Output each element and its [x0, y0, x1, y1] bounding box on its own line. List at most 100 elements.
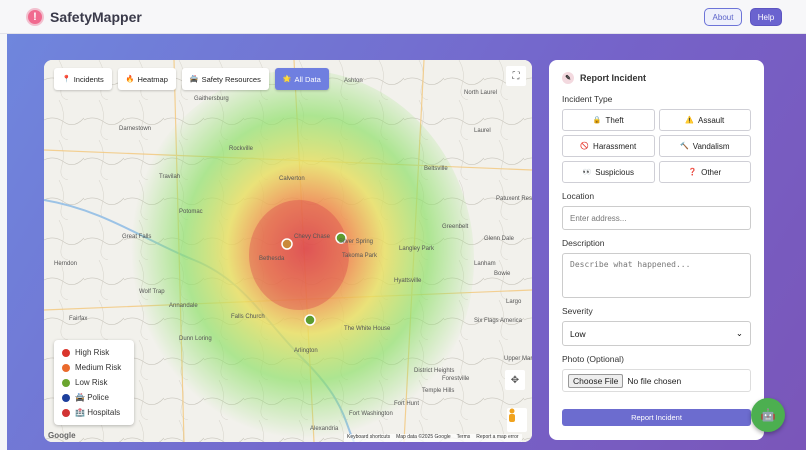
legend-high-risk: High Risk	[62, 345, 126, 360]
high-risk-dot-icon	[62, 348, 70, 357]
map-place-label: Travilah	[159, 174, 180, 180]
hospital-icon: 🏥	[75, 408, 85, 417]
incident-type-label: Incident Type	[562, 94, 613, 104]
warning-icon: ⚠️	[685, 117, 694, 124]
map-place-label: Dunn Loring	[179, 336, 212, 342]
legend-police: 🚔 Police	[62, 390, 126, 405]
map-place-label: Calverton	[279, 176, 305, 182]
map-place-label: Forestville	[442, 376, 470, 382]
description-textarea[interactable]: Describe what happened...	[562, 253, 751, 298]
map-place-label: Fort Hunt	[394, 401, 419, 407]
type-other-button[interactable]: ❓ Other	[658, 161, 751, 183]
file-status: No file chosen	[627, 375, 682, 386]
legend-label: High Risk	[75, 348, 110, 357]
question-icon: ❓	[688, 169, 698, 176]
choose-file-button[interactable]: Choose File	[568, 373, 624, 388]
about-button[interactable]: About	[704, 8, 742, 26]
location-input[interactable]: Enter address...	[562, 206, 751, 230]
photo-file-input: Choose File No file chosen	[562, 369, 751, 392]
map-attribution: Keyboard shortcuts Map data ©2025 Google…	[344, 434, 522, 442]
map-place-label: Glenn Dale	[484, 236, 515, 242]
map-place-label: Darnestown	[119, 126, 151, 132]
photo-label: Photo (Optional)	[562, 354, 624, 364]
report-panel: ✎ Report Incident Incident Type 🔒 Theft ⚠️…	[549, 60, 764, 440]
map-place-label: Largo	[506, 299, 522, 305]
incident-type-grid: 🔒 Theft ⚠️ Assault 🚫 Harassment 🔨 Vandalism …	[562, 109, 751, 183]
robot-icon: 🤖	[760, 408, 776, 422]
map-place-label: Greenbelt	[442, 224, 469, 230]
map-place-label: Chevy Chase	[294, 234, 331, 240]
type-suspicious-button[interactable]: 👀 Suspicious	[562, 161, 655, 183]
map-place-label: Temple Hills	[422, 388, 454, 394]
tab-label: All Data	[294, 74, 321, 84]
type-vandalism-button[interactable]: 🔨 Vandalism	[658, 135, 751, 157]
map-place-label: Takoma Park	[342, 253, 378, 259]
type-theft-button[interactable]: 🔒 Theft	[562, 109, 655, 131]
map-place-label: Ashton	[344, 78, 363, 84]
tab-safety-resources[interactable]: 🚔 Safety Resources	[181, 68, 269, 90]
legend-label: Hospitals	[87, 408, 121, 417]
map-place-label: Laurel	[474, 128, 491, 134]
prohibited-icon: 🚫	[580, 143, 590, 150]
street-view-pegman-icon[interactable]	[507, 408, 527, 432]
severity-select[interactable]: Low ⌄	[562, 321, 751, 346]
type-label: Other	[701, 167, 722, 177]
tab-label: Heatmap	[137, 74, 168, 84]
map-data-text: Map data ©2025 Google	[396, 434, 451, 440]
description-label: Description	[562, 238, 605, 248]
fullscreen-icon[interactable]: ⛶	[506, 66, 526, 86]
panel-title-text: Report Incident	[580, 73, 647, 83]
hammer-icon: 🔨	[680, 143, 689, 150]
type-label: Theft	[605, 115, 624, 125]
pin-icon: 📍	[62, 76, 71, 83]
report-incident-button[interactable]: Report Incident	[562, 409, 751, 426]
eyes-icon: 👀	[582, 169, 592, 176]
recenter-icon[interactable]: ✥	[505, 370, 525, 390]
map-place-label: Beltsville	[424, 166, 448, 172]
map-place-label: Rockville	[229, 146, 254, 152]
map-view[interactable]: GermantownGaithersburgAshtonNorth Laurel…	[44, 60, 532, 442]
map-place-label: Lanham	[474, 261, 496, 267]
tab-incidents[interactable]: 📍 Incidents	[54, 68, 112, 90]
app-header: ! SafetyMapper About Help	[0, 0, 806, 34]
tab-label: Safety Resources	[201, 74, 261, 84]
map-place-label: Bowie	[494, 271, 511, 277]
type-label: Vandalism	[692, 141, 730, 151]
map-place-label: Langley Park	[399, 246, 435, 252]
report-map-error-link[interactable]: Report a map error	[476, 434, 518, 442]
map-place-label: Falls Church	[231, 314, 265, 320]
lock-icon: 🔒	[592, 117, 602, 124]
map-place-label: Hyattsville	[394, 278, 422, 284]
terms-link[interactable]: Terms	[457, 434, 471, 442]
hospital-dot-icon	[62, 408, 70, 417]
tab-all-data[interactable]: 🌟 All Data	[274, 68, 329, 90]
police-car-icon: 🚔	[75, 393, 85, 402]
legend-label: Medium Risk	[75, 363, 122, 372]
help-button[interactable]: Help	[750, 8, 782, 26]
map-place-label: Upper Marlboro	[504, 356, 532, 362]
chevron-down-icon: ⌄	[735, 328, 743, 338]
map-place-label: Wolf Trap	[139, 289, 165, 295]
map-place-label: Gaithersburg	[194, 96, 229, 102]
map-place-label: Alexandria	[310, 426, 339, 432]
map-place-label: North Laurel	[464, 90, 497, 96]
map-place-label: Six Flags America	[474, 318, 523, 324]
legend-label: Low Risk	[75, 378, 108, 387]
chatbot-fab[interactable]: 🤖	[751, 398, 785, 432]
keyboard-shortcuts-link[interactable]: Keyboard shortcuts	[347, 434, 390, 442]
tab-heatmap[interactable]: 🔥 Heatmap	[117, 68, 176, 90]
severity-label: Severity	[562, 306, 593, 316]
map-place-label: Arlington	[294, 348, 318, 354]
map-place-label: Annandale	[169, 303, 198, 309]
type-assault-button[interactable]: ⚠️ Assault	[658, 109, 751, 131]
app-title: SafetyMapper	[50, 8, 142, 25]
type-harassment-button[interactable]: 🚫 Harassment	[562, 135, 655, 157]
map-legend: High Risk Medium Risk Low Risk 🚔 Police …	[54, 340, 134, 425]
star-icon: 🌟	[282, 76, 292, 83]
pencil-icon: ✎	[562, 72, 574, 84]
location-label: Location	[562, 191, 595, 201]
legend-low-risk: Low Risk	[62, 375, 126, 390]
map-place-label: Fairfax	[69, 316, 87, 322]
map-place-label: The White House	[344, 326, 391, 332]
legend-label: Police	[87, 393, 109, 402]
